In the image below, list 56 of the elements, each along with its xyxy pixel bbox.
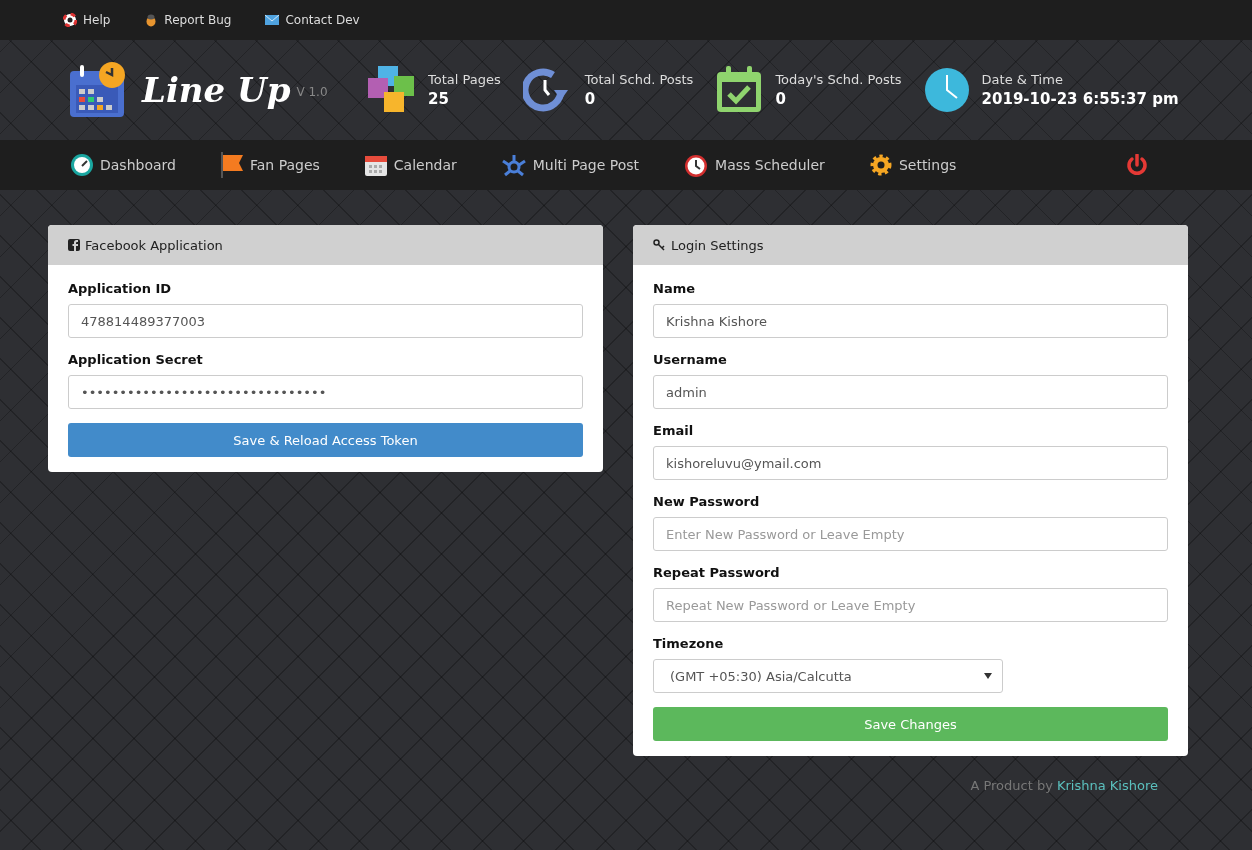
- footer-credit: A Product by Krishna Kishore: [970, 778, 1158, 793]
- input-field[interactable]: Krishna Kishore: [653, 304, 1168, 338]
- field-label: Name: [653, 281, 696, 296]
- stat-label: Total Schd. Posts: [584, 72, 694, 87]
- card-title: Login Settings: [671, 237, 764, 253]
- envelope-icon: [265, 14, 280, 26]
- lifebuoy-icon: [63, 13, 77, 27]
- nav-item[interactable]: Calendar: [363, 153, 457, 177]
- input-field[interactable]: 478814489377003: [68, 304, 583, 338]
- field-label: Username: [653, 352, 728, 367]
- field-label: Email: [653, 423, 695, 438]
- input-field[interactable]: Repeat New Password or Leave Empty: [653, 588, 1168, 622]
- calendar-icon: [363, 153, 388, 177]
- clock-icon: [923, 67, 970, 113]
- squares-icon: [368, 66, 416, 114]
- field-label: Application Secret: [68, 352, 204, 367]
- stat-label: Today's Schd. Posts: [775, 72, 902, 87]
- alarm-clock-icon: [683, 152, 710, 178]
- input-field[interactable]: kishoreluvu@ymail.com: [653, 446, 1168, 480]
- field-label: New Password: [653, 494, 761, 509]
- gauge-icon: [70, 153, 94, 177]
- flag-icon: [219, 152, 244, 178]
- timezone-select[interactable]: (GMT +05:30) Asia/Calcutta: [653, 659, 1003, 693]
- nav-item[interactable]: Fan Pages: [219, 152, 320, 178]
- top-link[interactable]: Help: [63, 13, 111, 27]
- network-icon: [500, 153, 527, 177]
- stat-value: 0: [775, 90, 787, 108]
- input-field[interactable]: ••••••••••••••••••••••••••••••••: [68, 375, 583, 409]
- nav-item[interactable]: Dashboard: [70, 153, 176, 177]
- field-label: Application ID: [68, 281, 173, 296]
- stat-label: Date & Time: [981, 72, 1064, 87]
- facebook-icon: [68, 239, 80, 251]
- calendar-clock-logo: [68, 61, 128, 119]
- calendar-check-icon: [715, 66, 764, 114]
- dropdown-caret-icon: [984, 673, 992, 679]
- input-field[interactable]: admin: [653, 375, 1168, 409]
- top-link[interactable]: Report Bug: [144, 13, 232, 27]
- stat-label: Total Pages: [428, 72, 501, 87]
- input-field[interactable]: Enter New Password or Leave Empty: [653, 517, 1168, 551]
- stat-value: 25: [428, 90, 450, 108]
- gear-icon: [868, 153, 893, 177]
- power-icon[interactable]: [1126, 154, 1149, 176]
- author-link[interactable]: Krishna Kishore: [1057, 778, 1158, 793]
- field-label: Timezone: [653, 636, 725, 651]
- card-title: Facebook Application: [85, 237, 223, 253]
- brand-name: Line Up: [142, 70, 291, 110]
- field-label: Repeat Password: [653, 565, 781, 580]
- nav-item[interactable]: Mass Scheduler: [683, 152, 825, 178]
- stat-value: 2019-10-23 6:55:37 pm: [981, 90, 1179, 108]
- top-link[interactable]: Contact Dev: [265, 13, 360, 27]
- save-button[interactable]: Save & Reload Access Token: [68, 423, 583, 457]
- nav-item[interactable]: Multi Page Post: [500, 153, 640, 177]
- version-label: V 1.0: [296, 85, 328, 99]
- key-icon: [653, 239, 666, 251]
- nav-item[interactable]: Settings: [868, 153, 957, 177]
- stat-value: 0: [584, 90, 597, 108]
